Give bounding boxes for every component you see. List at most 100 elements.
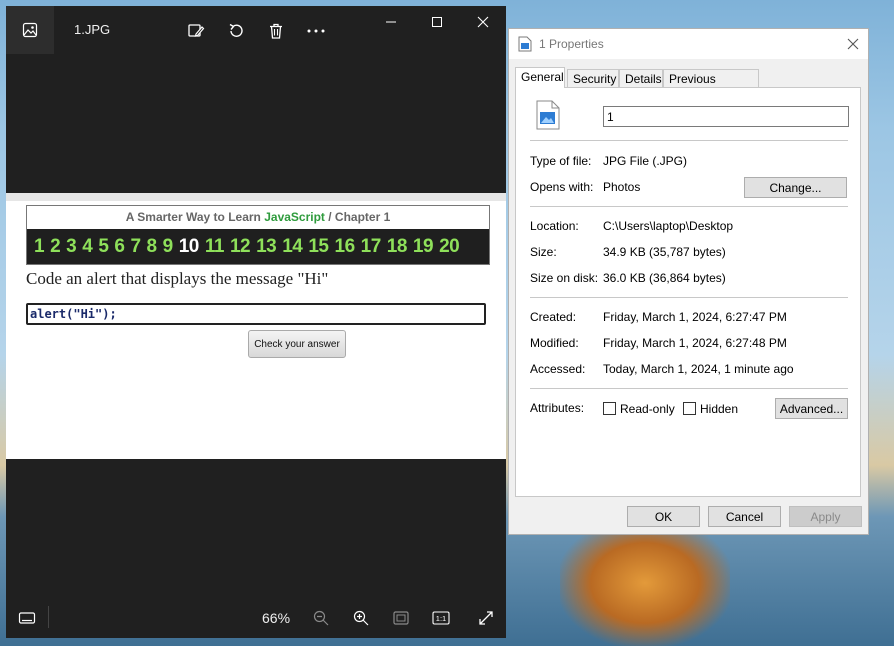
image-top-band	[6, 193, 506, 201]
ok-button[interactable]: OK	[627, 506, 700, 527]
jpg-file-large-icon	[536, 100, 560, 130]
exercise-number: 18	[386, 235, 408, 257]
separator	[530, 297, 848, 298]
cancel-button[interactable]: Cancel	[708, 506, 781, 527]
accessed-label: Accessed:	[530, 362, 586, 376]
edit-image-button[interactable]	[181, 16, 211, 46]
zoom-in-button[interactable]	[346, 603, 376, 633]
edit-image-icon	[188, 24, 205, 37]
exercise-number: 19	[412, 235, 434, 257]
svg-text:1:1: 1:1	[436, 614, 446, 623]
filename-field[interactable]: 1	[603, 106, 849, 127]
properties-titlebar: 1 Properties	[509, 29, 868, 59]
exercise-number: 2	[50, 235, 61, 257]
close-button[interactable]	[460, 6, 506, 38]
trash-icon	[270, 23, 282, 39]
separator	[530, 388, 848, 389]
type-value: JPG File (.JPG)	[603, 154, 688, 168]
close-icon	[847, 38, 859, 50]
exercise-number: 17	[360, 235, 382, 257]
separator	[530, 140, 848, 141]
zoom-out-button[interactable]	[306, 603, 336, 633]
chapter-header: A Smarter Way to Learn JavaScript / Chap…	[26, 205, 490, 265]
minimize-icon	[386, 21, 396, 23]
general-panel: 1 Type of file: JPG File (.JPG) Opens wi…	[515, 87, 861, 497]
rotate-icon	[229, 23, 243, 37]
tab-details[interactable]: Details	[619, 69, 663, 87]
separator	[530, 206, 848, 207]
exercise-number: 11	[204, 235, 225, 257]
exercise-number: 3	[66, 235, 77, 257]
chapter-title-js: JavaScript	[264, 210, 325, 224]
properties-close-button[interactable]	[839, 31, 867, 57]
size-on-disk-value: 36.0 KB (36,864 bytes)	[603, 271, 726, 285]
rotate-button[interactable]	[221, 16, 251, 46]
exercise-number: 12	[229, 235, 251, 257]
exercise-number: 5	[98, 235, 109, 257]
accessed-value: Today, March 1, 2024, 1 minute ago	[603, 362, 794, 376]
fit-window-icon	[393, 611, 409, 625]
answer-field: alert("Hi");	[26, 303, 486, 325]
tab-general[interactable]: General	[515, 67, 565, 88]
maximize-button[interactable]	[414, 6, 460, 38]
chapter-title: A Smarter Way to Learn JavaScript / Chap…	[27, 210, 489, 224]
photos-bottom-bar: 66% 1:1	[6, 598, 506, 638]
attributes-label: Attributes:	[530, 401, 585, 415]
location-value: C:\Users\laptop\Desktop	[603, 219, 734, 233]
full-screen-button[interactable]	[471, 603, 501, 633]
zoom-in-icon	[353, 610, 369, 626]
modified-label: Modified:	[530, 336, 579, 350]
photos-titlebar: 1.JPG	[6, 6, 506, 54]
exercise-question: Code an alert that displays the message …	[26, 269, 329, 288]
exercise-number: 7	[130, 235, 141, 257]
photos-file-title: 1.JPG	[74, 22, 111, 37]
hidden-label: Hidden	[700, 402, 739, 416]
change-button[interactable]: Change...	[744, 177, 847, 198]
delete-button[interactable]	[261, 16, 291, 46]
bottom-divider	[48, 606, 49, 628]
modified-value: Friday, March 1, 2024, 6:27:48 PM	[603, 336, 787, 350]
exercise-number: 4	[82, 235, 93, 257]
opens-with-value: Photos	[603, 180, 641, 194]
actual-size-button[interactable]: 1:1	[426, 603, 456, 633]
exercise-number: 8	[146, 235, 158, 257]
zoom-out-icon	[313, 610, 329, 626]
advanced-button[interactable]: Advanced...	[775, 398, 848, 419]
chapter-title-suffix: / Chapter 1	[328, 210, 391, 224]
desktop-wallpaper-glow	[560, 520, 730, 646]
actual-size-icon: 1:1	[432, 611, 450, 625]
more-options-button[interactable]	[301, 16, 331, 46]
readonly-checkbox[interactable]	[603, 402, 616, 415]
exercise-number: 1	[34, 235, 45, 257]
apply-button[interactable]: Apply	[789, 506, 862, 527]
size-label: Size:	[530, 245, 557, 259]
tab-security[interactable]: Security	[567, 69, 619, 87]
created-label: Created:	[530, 310, 577, 324]
exercise-number: 15	[308, 235, 329, 257]
filmstrip-icon	[18, 612, 36, 624]
photos-window: 1.JPG A Smarter Way to Learn JavaScript …	[6, 6, 506, 638]
location-label: Location:	[530, 219, 579, 233]
properties-dialog: 1 Properties General Security Details Pr…	[508, 28, 869, 535]
exercise-number: 9	[162, 235, 174, 257]
size-value: 34.9 KB (35,787 bytes)	[603, 245, 726, 259]
minimize-button[interactable]	[368, 6, 414, 38]
filmstrip-button[interactable]	[12, 603, 42, 633]
photos-app-tab[interactable]	[6, 6, 54, 54]
chapter-title-prefix: A Smarter Way to Learn	[125, 210, 261, 224]
expand-icon	[479, 611, 493, 625]
tab-previous-versions[interactable]: Previous Versions	[663, 69, 759, 104]
more-icon	[307, 29, 325, 33]
created-value: Friday, March 1, 2024, 6:27:47 PM	[603, 310, 787, 324]
exercise-number: 14	[282, 235, 303, 257]
hidden-checkbox[interactable]	[683, 402, 696, 415]
maximize-icon	[432, 17, 442, 27]
exercise-number: 13	[256, 235, 277, 257]
type-label: Type of file:	[530, 154, 592, 168]
exercise-number: 6	[114, 235, 125, 257]
exercise-number: 10	[178, 235, 200, 257]
opens-with-label: Opens with:	[530, 180, 594, 194]
fit-to-window-button[interactable]	[386, 603, 416, 633]
exercise-number-bar: 1 2 3 4 5 6 7 8 9 10 11 12 13 14 15 16 17 18 19 20	[27, 229, 489, 264]
photo-icon	[22, 22, 38, 38]
